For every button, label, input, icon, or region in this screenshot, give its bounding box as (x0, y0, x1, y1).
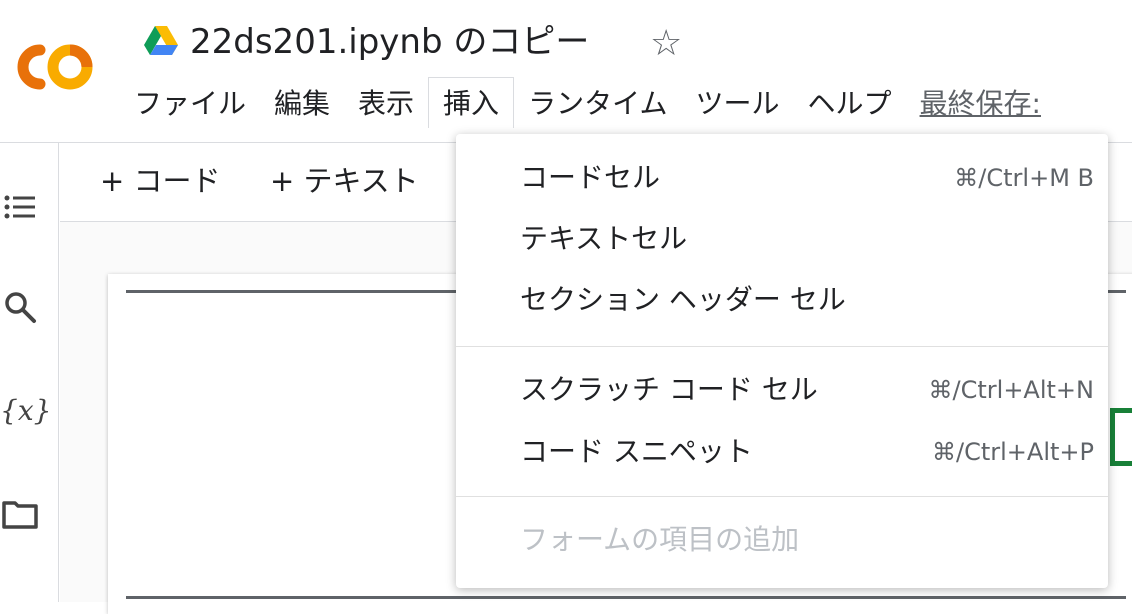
menu-item-code-snippets[interactable]: コード スニペット ⌘/Ctrl+Alt+P (456, 422, 1108, 482)
left-rail: {x} (0, 143, 59, 602)
menu-bar: ファイル 編集 表示 挿入 ランタイム ツール ヘルプ 最終保存: (120, 76, 1055, 128)
top-header: 22ds201.ipynb のコピー ☆ ファイル 編集 表示 挿入 ランタイム… (0, 0, 1132, 142)
table-of-contents-icon[interactable] (2, 189, 42, 229)
menu-view[interactable]: 表示 (344, 80, 428, 128)
menu-divider (456, 346, 1108, 347)
menu-item-label: フォームの項目の追加 (520, 523, 800, 556)
search-icon[interactable] (2, 289, 42, 329)
variables-icon[interactable]: {x} (0, 393, 51, 433)
menu-item-label: セクション ヘッダー セル (520, 283, 846, 316)
menu-insert[interactable]: 挿入 (428, 76, 515, 128)
notebook-title[interactable]: 22ds201.ipynb のコピー (190, 20, 589, 64)
menu-item-section-header-cell[interactable]: セクション ヘッダー セル (456, 270, 1108, 330)
menu-item-scratch-code-cell[interactable]: スクラッチ コード セル ⌘/Ctrl+Alt+N (456, 360, 1108, 420)
cell-rule (126, 596, 1126, 599)
google-drive-icon[interactable] (144, 26, 178, 56)
menu-runtime[interactable]: ランタイム (514, 80, 681, 128)
menu-item-label: スクラッチ コード セル (520, 373, 818, 406)
colab-logo[interactable] (6, 38, 98, 96)
menu-item-shortcut: ⌘/Ctrl+Alt+P (932, 438, 1094, 466)
last-saved-link[interactable]: 最終保存: (906, 80, 1055, 128)
focused-cell-border[interactable] (1110, 408, 1132, 466)
menu-item-label: テキストセル (520, 222, 688, 255)
menu-file[interactable]: ファイル (120, 80, 260, 128)
menu-item-label: コード スニペット (520, 435, 753, 468)
menu-help[interactable]: ヘルプ (794, 80, 906, 128)
add-code-button[interactable]: + コード (100, 161, 221, 201)
files-icon[interactable] (2, 495, 42, 535)
insert-menu-dropdown: コードセル ⌘/Ctrl+M B テキストセル セクション ヘッダー セル スク… (456, 134, 1108, 588)
star-icon[interactable]: ☆ (650, 24, 682, 64)
add-text-button[interactable]: + テキスト (270, 161, 419, 201)
menu-item-add-form-field: フォームの項目の追加 (456, 510, 1108, 570)
menu-divider (456, 496, 1108, 497)
menu-item-label: コードセル (520, 161, 661, 194)
menu-edit[interactable]: 編集 (260, 80, 344, 128)
menu-item-shortcut: ⌘/Ctrl+M B (954, 164, 1094, 192)
menu-item-shortcut: ⌘/Ctrl+Alt+N (928, 376, 1094, 404)
menu-tools[interactable]: ツール (682, 80, 794, 128)
menu-item-code-cell[interactable]: コードセル ⌘/Ctrl+M B (456, 148, 1108, 208)
menu-item-text-cell[interactable]: テキストセル (456, 209, 1108, 269)
